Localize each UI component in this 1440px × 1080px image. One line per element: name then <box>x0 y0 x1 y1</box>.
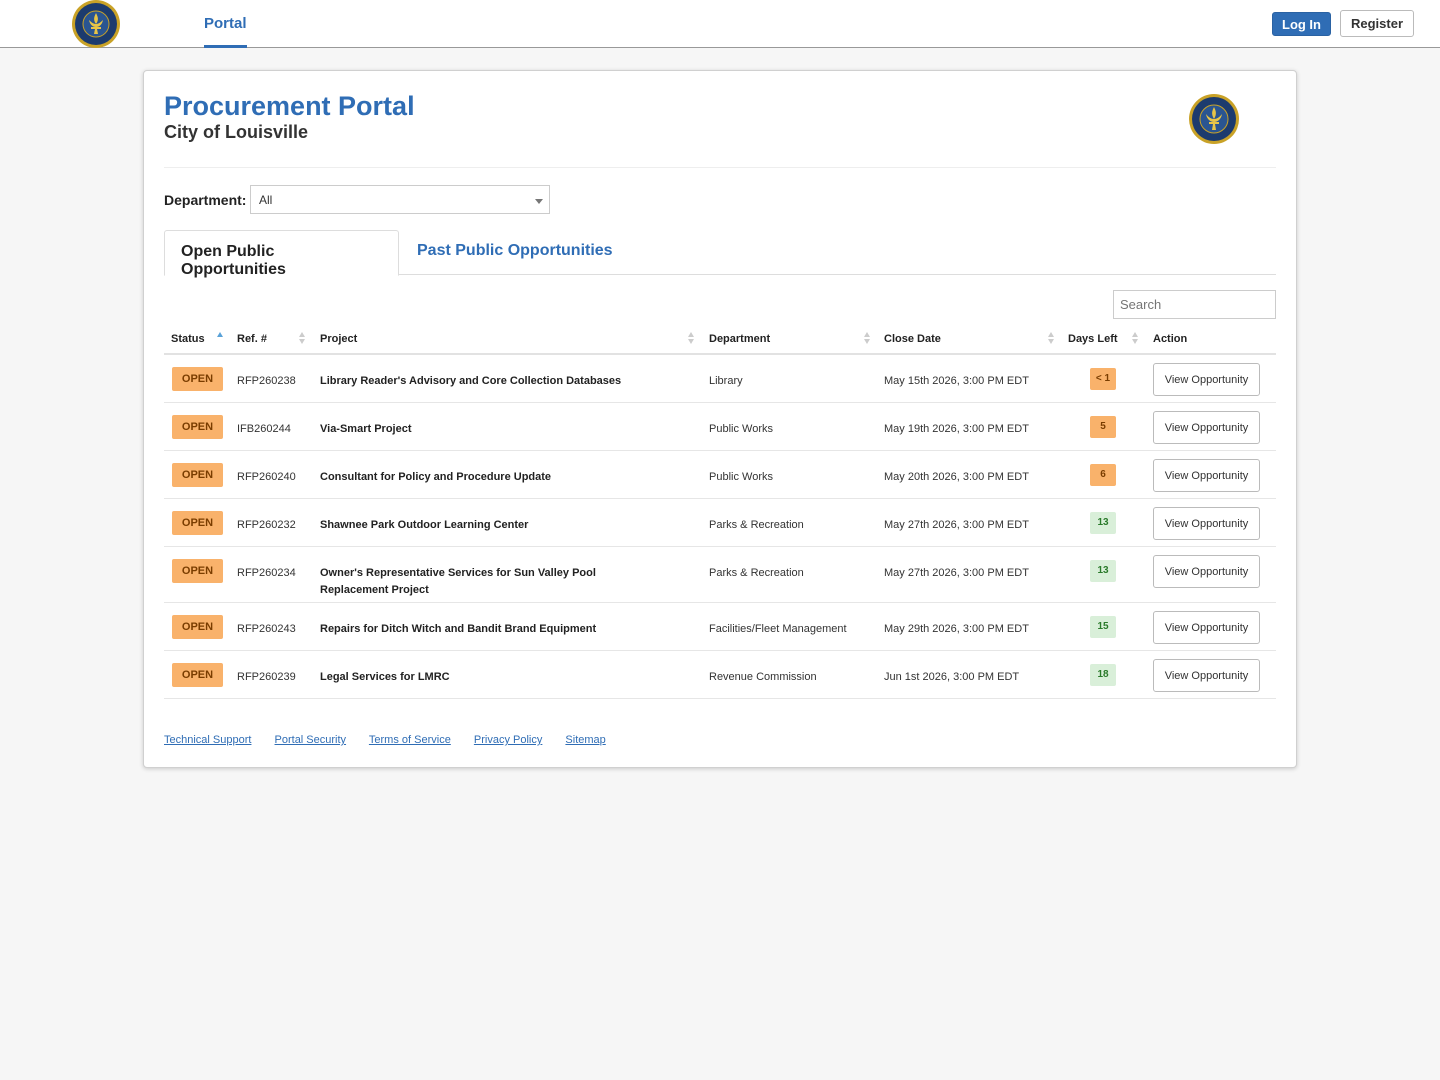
chevron-down-icon <box>535 199 543 204</box>
table-header: Status Ref. # Project Department Close D… <box>164 323 1276 355</box>
department-select-value: All <box>259 193 273 207</box>
department-label: Department: <box>164 192 247 208</box>
tab-open-opportunities[interactable]: Open Public Opportunities <box>164 230 399 278</box>
ref-number: RFP260243 <box>237 623 296 635</box>
table-row: OPEN RFP260239 Legal Services for LMRC R… <box>164 651 1276 699</box>
opportunities-table: Status Ref. # Project Department Close D… <box>164 323 1276 699</box>
days-left-badge: 6 <box>1090 464 1116 486</box>
view-opportunity-button[interactable]: View Opportunity <box>1153 411 1260 444</box>
status-badge: OPEN <box>172 663 223 687</box>
portal-card: Procurement Portal City of Louisville De… <box>143 70 1297 768</box>
ref-number: RFP260238 <box>237 375 296 387</box>
column-header-close-date[interactable]: Close Date <box>884 333 941 345</box>
department-name: Public Works <box>709 471 773 483</box>
days-left-badge: < 1 <box>1090 368 1116 390</box>
status-badge: OPEN <box>172 463 223 487</box>
login-button[interactable]: Log In <box>1272 12 1331 36</box>
sort-arrows-icon[interactable] <box>1048 332 1056 346</box>
department-name: Parks & Recreation <box>709 567 804 579</box>
column-header-department[interactable]: Department <box>709 333 770 345</box>
opportunity-tabs: Open Public Opportunities Past Public Op… <box>164 230 1276 278</box>
column-header-project[interactable]: Project <box>320 333 357 345</box>
footer-link-sitemap[interactable]: Sitemap <box>565 734 605 746</box>
column-header-ref[interactable]: Ref. # <box>237 333 267 345</box>
nav-tab-portal[interactable]: Portal <box>204 0 247 48</box>
project-name: Consultant for Policy and Procedure Upda… <box>320 471 552 483</box>
table-row: OPEN RFP260240 Consultant for Policy and… <box>164 451 1276 499</box>
view-opportunity-button[interactable]: View Opportunity <box>1153 459 1260 492</box>
close-date: May 15th 2026, 3:00 PM EDT <box>884 375 1029 387</box>
louisville-seal-icon[interactable] <box>71 0 121 48</box>
sort-arrows-icon[interactable] <box>1132 332 1140 346</box>
close-date: May 20th 2026, 3:00 PM EDT <box>884 471 1029 483</box>
close-date: May 27th 2026, 3:00 PM EDT <box>884 519 1029 531</box>
column-header-status[interactable]: Status <box>171 333 205 345</box>
project-name: Via-Smart Project <box>320 423 412 435</box>
project-name: Owner's Representative Services for Sun … <box>320 567 596 596</box>
days-left-badge: 13 <box>1090 512 1116 534</box>
project-name: Shawnee Park Outdoor Learning Center <box>320 519 529 531</box>
status-badge: OPEN <box>172 415 223 439</box>
louisville-seal-icon <box>1189 94 1239 144</box>
page-subtitle: City of Louisville <box>164 122 309 142</box>
department-name: Public Works <box>709 423 773 435</box>
close-date: May 19th 2026, 3:00 PM EDT <box>884 423 1029 435</box>
department-name: Parks & Recreation <box>709 519 804 531</box>
table-row: OPEN RFP260234 Owner's Representative Se… <box>164 547 1276 603</box>
status-badge: OPEN <box>172 367 223 391</box>
column-header-action: Action <box>1153 333 1188 345</box>
footer-link-technical-support[interactable]: Technical Support <box>164 734 251 746</box>
status-badge: OPEN <box>172 615 223 639</box>
tab-past-opportunities[interactable]: Past Public Opportunities <box>401 230 629 275</box>
ref-number: RFP260234 <box>237 567 296 579</box>
footer-link-privacy-policy[interactable]: Privacy Policy <box>474 734 542 746</box>
footer-links: Technical Support Portal Security Terms … <box>164 734 626 746</box>
status-badge: OPEN <box>172 559 223 583</box>
project-name: Repairs for Ditch Witch and Bandit Brand… <box>320 623 597 635</box>
close-date: May 29th 2026, 3:00 PM EDT <box>884 623 1029 635</box>
sort-arrows-icon[interactable] <box>217 332 225 346</box>
view-opportunity-button[interactable]: View Opportunity <box>1153 555 1260 588</box>
table-row: OPEN RFP260238 Library Reader's Advisory… <box>164 355 1276 403</box>
department-name: Revenue Commission <box>709 671 817 683</box>
top-navbar: Portal Log In Register <box>0 0 1440 48</box>
register-button[interactable]: Register <box>1340 10 1414 37</box>
view-opportunity-button[interactable]: View Opportunity <box>1153 507 1260 540</box>
page-title: Procurement Portal <box>164 91 415 121</box>
table-row: OPEN IFB260244 Via-Smart Project Public … <box>164 403 1276 451</box>
department-name: Library <box>709 375 743 387</box>
sort-arrows-icon[interactable] <box>864 332 872 346</box>
view-opportunity-button[interactable]: View Opportunity <box>1153 363 1260 396</box>
department-select[interactable]: All <box>250 185 550 214</box>
ref-number: RFP260232 <box>237 519 296 531</box>
ref-number: RFP260240 <box>237 471 296 483</box>
sort-arrows-icon[interactable] <box>688 332 696 346</box>
close-date: Jun 1st 2026, 3:00 PM EDT <box>884 671 1020 683</box>
table-row: OPEN RFP260243 Repairs for Ditch Witch a… <box>164 603 1276 651</box>
days-left-badge: 18 <box>1090 664 1116 686</box>
status-badge: OPEN <box>172 511 223 535</box>
footer-link-terms-of-service[interactable]: Terms of Service <box>369 734 451 746</box>
column-header-days-left[interactable]: Days Left <box>1068 333 1118 345</box>
ref-number: IFB260244 <box>237 423 291 435</box>
close-date: May 27th 2026, 3:00 PM EDT <box>884 567 1029 579</box>
ref-number: RFP260239 <box>237 671 296 683</box>
department-name: Facilities/Fleet Management <box>709 623 847 635</box>
days-left-badge: 15 <box>1090 616 1116 638</box>
header-divider <box>164 167 1276 168</box>
days-left-badge: 5 <box>1090 416 1116 438</box>
footer-link-portal-security[interactable]: Portal Security <box>275 734 347 746</box>
table-row: OPEN RFP260232 Shawnee Park Outdoor Lear… <box>164 499 1276 547</box>
search-input[interactable] <box>1113 290 1276 319</box>
project-name: Legal Services for LMRC <box>320 671 450 683</box>
days-left-badge: 13 <box>1090 560 1116 582</box>
project-name: Library Reader's Advisory and Core Colle… <box>320 375 622 387</box>
view-opportunity-button[interactable]: View Opportunity <box>1153 659 1260 692</box>
sort-arrows-icon[interactable] <box>299 332 307 346</box>
view-opportunity-button[interactable]: View Opportunity <box>1153 611 1260 644</box>
